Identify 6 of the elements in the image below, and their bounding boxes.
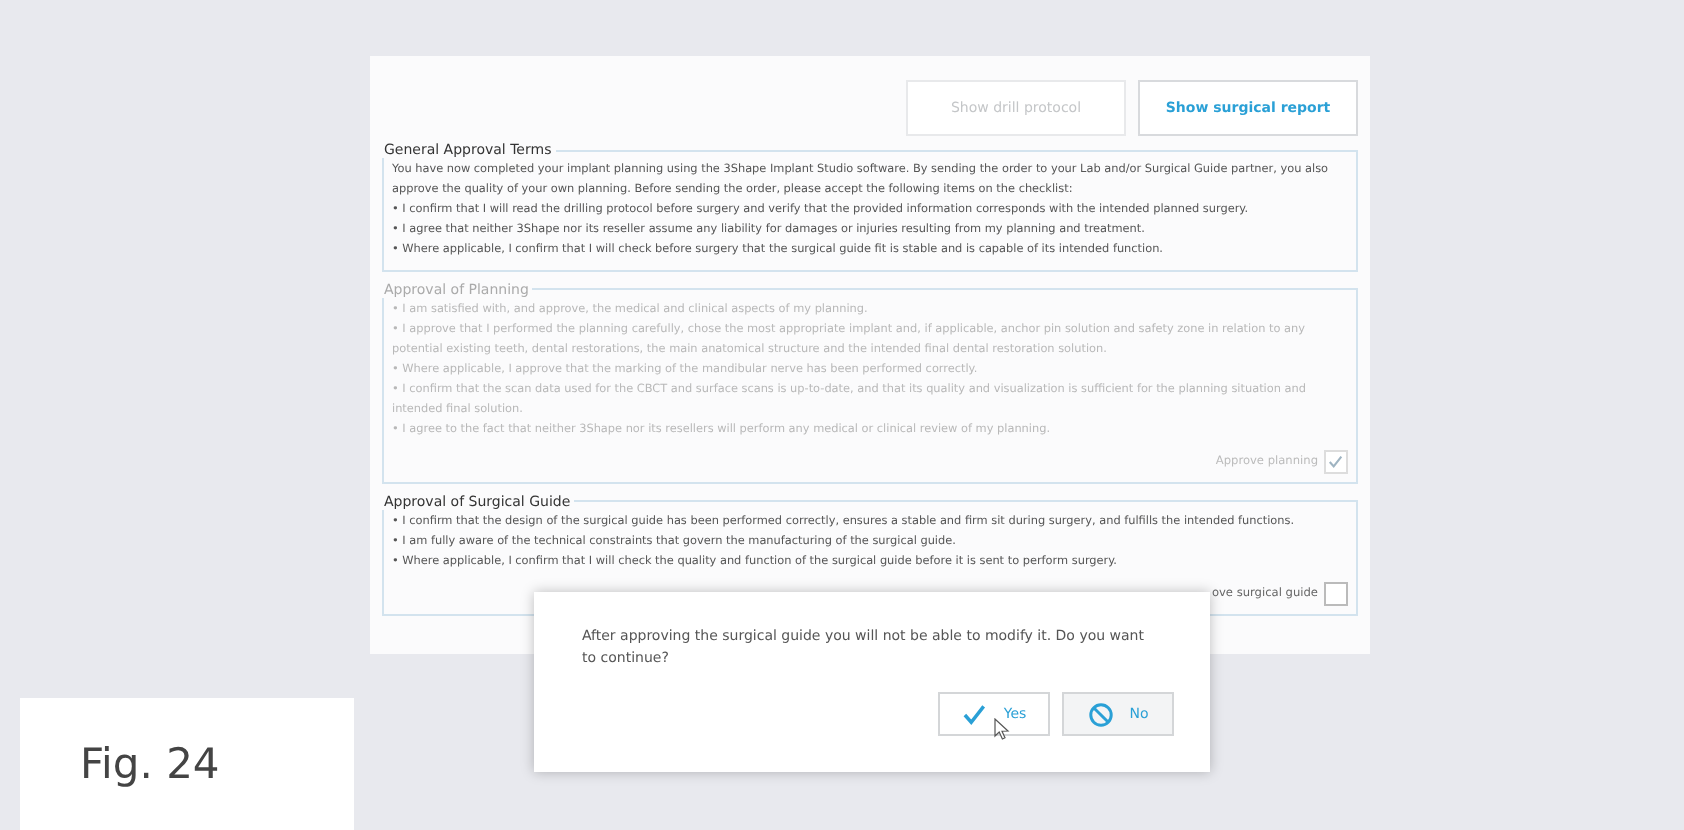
- figure-caption: Fig. 24: [80, 740, 220, 788]
- check-icon: [1328, 453, 1344, 470]
- mouse-cursor-icon: [994, 718, 1010, 740]
- approval-checkbox[interactable]: [1324, 581, 1348, 606]
- prohibited-icon: [1087, 701, 1114, 727]
- check-icon: [961, 701, 988, 727]
